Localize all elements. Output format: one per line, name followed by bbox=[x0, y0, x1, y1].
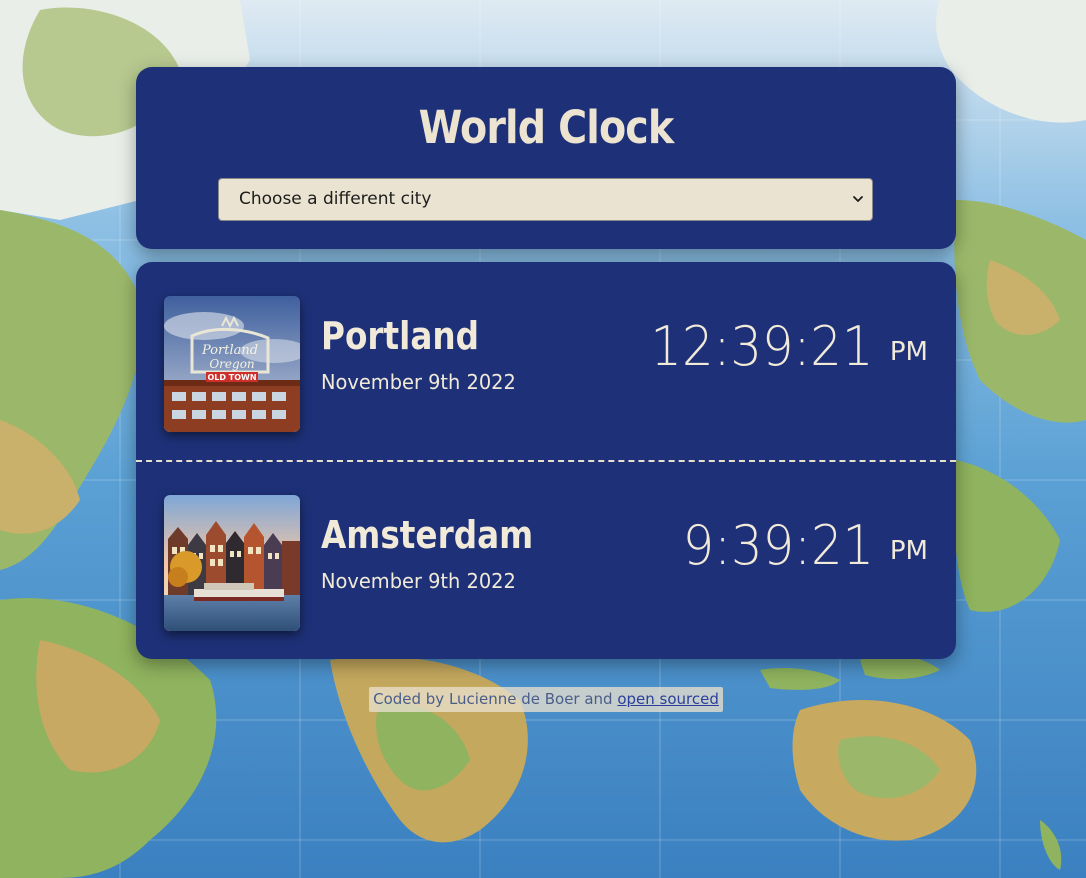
city-ampm: PM bbox=[889, 536, 928, 566]
city-ampm: PM bbox=[889, 337, 928, 367]
amsterdam-photo bbox=[164, 495, 300, 631]
city-row-amsterdam: Amsterdam November 9th 2022 9:39:21 PM bbox=[136, 461, 956, 656]
city-date: November 9th 2022 bbox=[321, 370, 516, 394]
svg-text:OLD TOWN: OLD TOWN bbox=[207, 373, 256, 382]
svg-text:Portland: Portland bbox=[201, 343, 258, 358]
city-select-value: Choose a different city bbox=[239, 189, 432, 209]
city-name: Portland bbox=[321, 314, 480, 358]
city-time: 12:39:21 bbox=[650, 315, 874, 378]
cities-card: Portland Oregon OLD TOWN Portland Novemb… bbox=[136, 262, 956, 659]
footer-credit: Coded by Lucienne de Boer and open sourc… bbox=[369, 687, 723, 712]
open-source-link[interactable]: open sourced bbox=[617, 690, 719, 708]
city-date: November 9th 2022 bbox=[321, 569, 516, 593]
city-row-portland: Portland Oregon OLD TOWN Portland Novemb… bbox=[136, 262, 956, 457]
city-time: 9:39:21 bbox=[682, 514, 874, 577]
city-select-dropdown[interactable]: Choose a different city bbox=[218, 178, 873, 221]
city-name: Amsterdam bbox=[321, 513, 534, 557]
svg-text:Oregon: Oregon bbox=[209, 357, 254, 371]
chevron-down-icon bbox=[853, 196, 863, 202]
footer-text: Coded by Lucienne de Boer and bbox=[373, 690, 618, 708]
header-card: World Clock Choose a different city bbox=[136, 67, 956, 249]
portland-photo: Portland Oregon OLD TOWN bbox=[164, 296, 300, 432]
app-title: World Clock bbox=[418, 101, 675, 154]
